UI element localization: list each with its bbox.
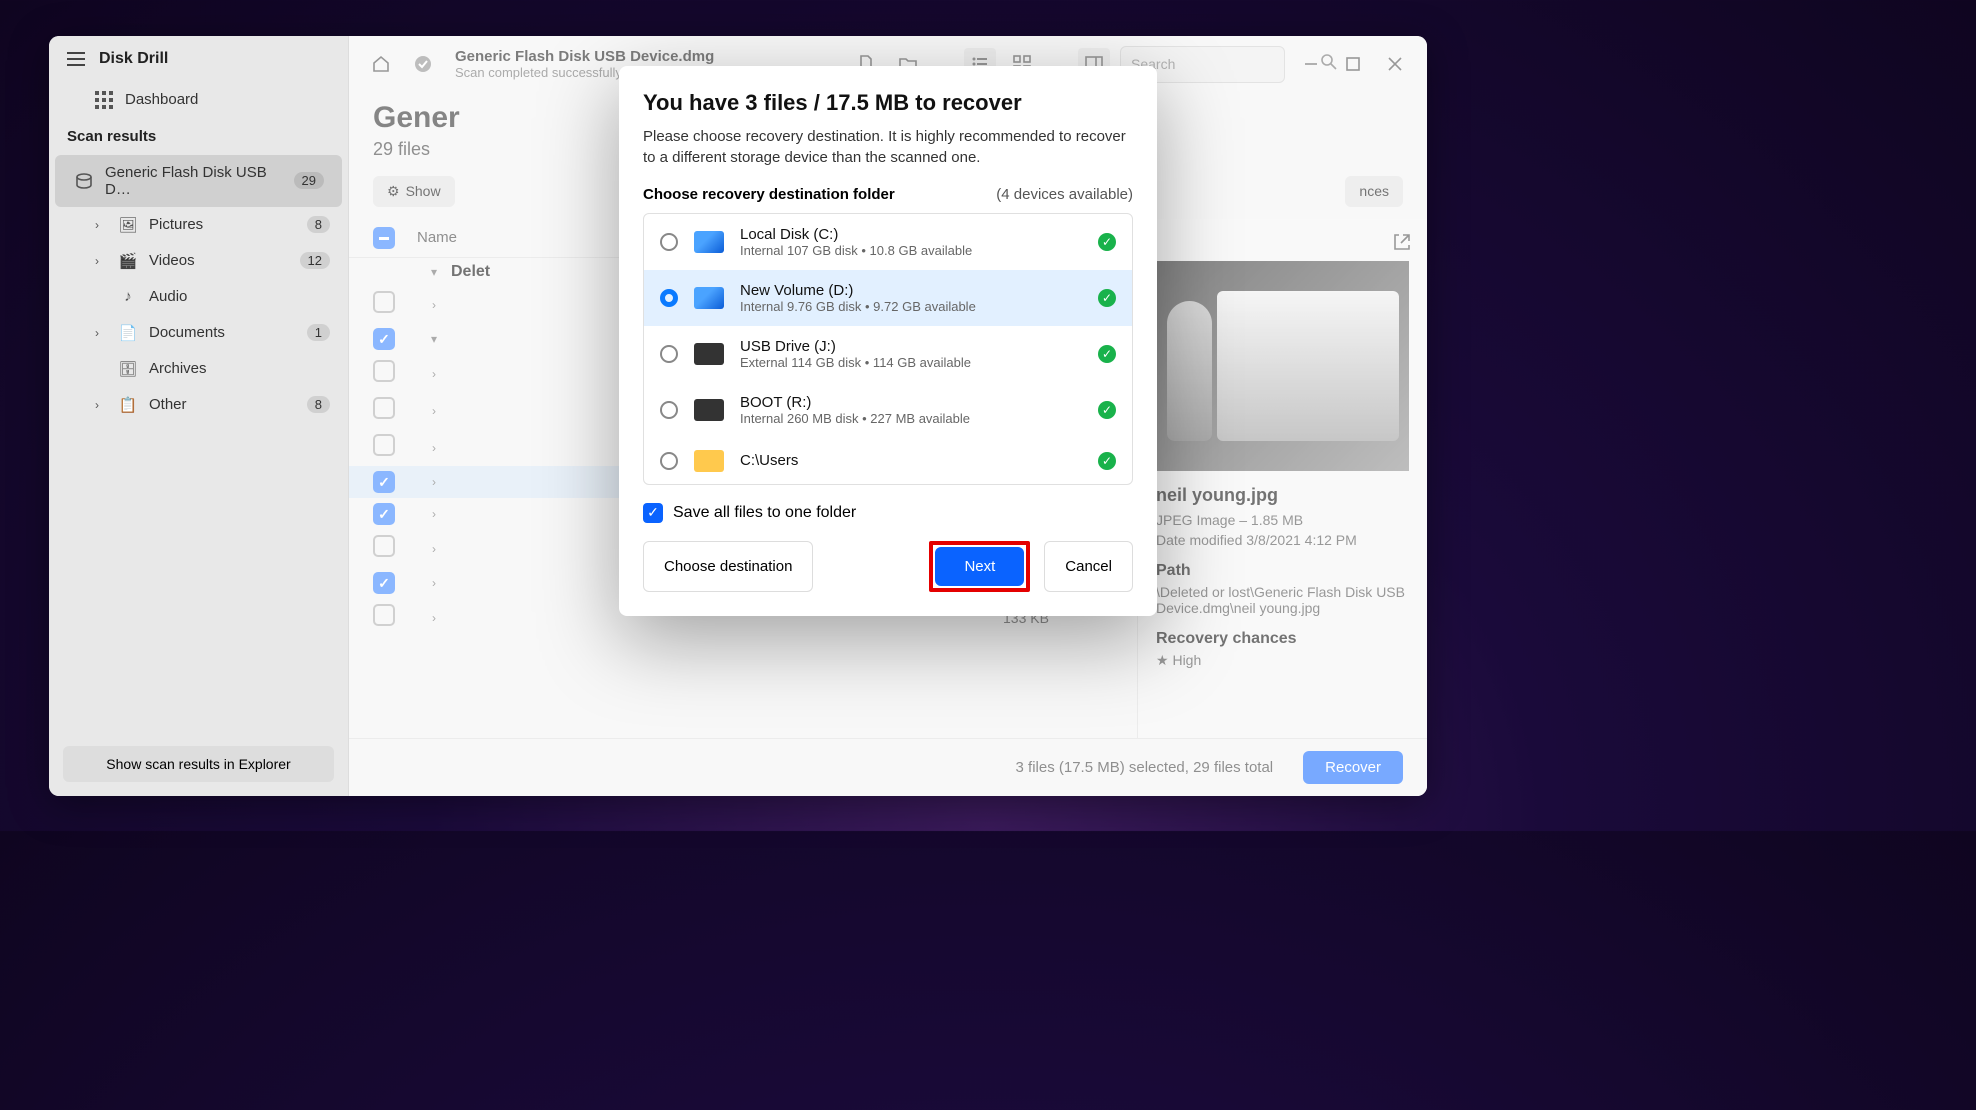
category-icon: 🖼 bbox=[119, 216, 137, 234]
hamburger-icon[interactable] bbox=[67, 52, 85, 66]
app-window: Disk Drill Dashboard Scan results Generi… bbox=[49, 36, 1427, 796]
modal-dim: You have 3 files / 17.5 MB to recover Pl… bbox=[349, 36, 1427, 796]
destination-option[interactable]: New Volume (D:)Internal 9.76 GB disk • 9… bbox=[644, 270, 1132, 326]
dest-name: Local Disk (C:) bbox=[740, 226, 1082, 243]
modal-devices-count: (4 devices available) bbox=[996, 186, 1133, 203]
destination-option[interactable]: C:\Users ✓ bbox=[644, 438, 1132, 484]
sidebar-item-videos[interactable]: › 🎬 Videos 12 bbox=[49, 243, 348, 279]
grid-icon bbox=[95, 91, 113, 109]
sidebar-item-other[interactable]: › 📋 Other 8 bbox=[49, 387, 348, 423]
sidebar-active-device[interactable]: Generic Flash Disk USB D… 29 bbox=[55, 155, 342, 207]
dest-name: New Volume (D:) bbox=[740, 282, 1082, 299]
modal-body: Please choose recovery destination. It i… bbox=[643, 126, 1133, 168]
dest-name: USB Drive (J:) bbox=[740, 338, 1082, 355]
cancel-button[interactable]: Cancel bbox=[1044, 541, 1133, 592]
sidebar-device-badge: 29 bbox=[294, 172, 324, 189]
recovery-destination-modal: You have 3 files / 17.5 MB to recover Pl… bbox=[619, 66, 1157, 616]
destination-option[interactable]: USB Drive (J:)External 114 GB disk • 114… bbox=[644, 326, 1132, 382]
dest-meta: Internal 260 MB disk • 227 MB available bbox=[740, 411, 1082, 426]
category-icon: 📋 bbox=[119, 396, 137, 414]
drive-icon bbox=[694, 231, 724, 253]
sidebar-device-label: Generic Flash Disk USB D… bbox=[105, 164, 282, 198]
next-button-highlight: Next bbox=[929, 541, 1030, 592]
sidebar: Disk Drill Dashboard Scan results Generi… bbox=[49, 36, 349, 796]
dest-radio[interactable] bbox=[660, 452, 678, 470]
dest-radio[interactable] bbox=[660, 289, 678, 307]
chevron-right-icon: › bbox=[95, 254, 107, 268]
dest-radio[interactable] bbox=[660, 233, 678, 251]
destination-option[interactable]: BOOT (R:)Internal 260 MB disk • 227 MB a… bbox=[644, 382, 1132, 438]
check-icon: ✓ bbox=[1098, 452, 1116, 470]
chevron-right-icon: › bbox=[95, 218, 107, 232]
drive-icon bbox=[694, 399, 724, 421]
sidebar-item-audio[interactable]: ♪ Audio bbox=[49, 279, 348, 315]
save-one-label: Save all files to one folder bbox=[673, 504, 856, 522]
drive-icon bbox=[694, 287, 724, 309]
save-one-folder-option[interactable]: ✓ Save all files to one folder bbox=[643, 503, 1133, 523]
sidebar-item-label: Videos bbox=[149, 252, 195, 269]
category-icon: 🎬 bbox=[119, 252, 137, 270]
chevron-right-icon: › bbox=[95, 398, 107, 412]
category-icon: 🗄 bbox=[119, 360, 137, 378]
disk-icon bbox=[75, 172, 93, 190]
dest-name: BOOT (R:) bbox=[740, 394, 1082, 411]
dest-meta: Internal 9.76 GB disk • 9.72 GB availabl… bbox=[740, 299, 1082, 314]
dest-radio[interactable] bbox=[660, 345, 678, 363]
sidebar-item-label: Documents bbox=[149, 324, 225, 341]
sidebar-item-badge: 8 bbox=[307, 396, 330, 413]
sidebar-item-label: Pictures bbox=[149, 216, 203, 233]
dest-name: C:\Users bbox=[740, 452, 1082, 469]
sidebar-item-badge: 8 bbox=[307, 216, 330, 233]
check-icon: ✓ bbox=[1098, 289, 1116, 307]
sidebar-footer: Show scan results in Explorer bbox=[49, 732, 348, 796]
check-icon: ✓ bbox=[1098, 345, 1116, 363]
sidebar-item-badge: 12 bbox=[300, 252, 330, 269]
sidebar-section: Scan results bbox=[49, 118, 348, 155]
destination-list[interactable]: Local Disk (C:)Internal 107 GB disk • 10… bbox=[643, 213, 1133, 485]
app-name: Disk Drill bbox=[99, 50, 168, 68]
sidebar-item-badge: 1 bbox=[307, 324, 330, 341]
save-one-checkbox[interactable]: ✓ bbox=[643, 503, 663, 523]
sidebar-item-archives[interactable]: 🗄 Archives bbox=[49, 351, 348, 387]
dest-radio[interactable] bbox=[660, 401, 678, 419]
destination-option[interactable]: Local Disk (C:)Internal 107 GB disk • 10… bbox=[644, 214, 1132, 270]
main: Generic Flash Disk USB Device.dmg Scan c… bbox=[349, 36, 1427, 796]
check-icon: ✓ bbox=[1098, 401, 1116, 419]
sidebar-dashboard[interactable]: Dashboard bbox=[49, 82, 348, 118]
sidebar-item-label: Archives bbox=[149, 360, 207, 377]
category-icon: ♪ bbox=[119, 288, 137, 306]
dest-meta: Internal 107 GB disk • 10.8 GB available bbox=[740, 243, 1082, 258]
show-in-explorer-button[interactable]: Show scan results in Explorer bbox=[63, 746, 334, 782]
modal-choose-heading: Choose recovery destination folder bbox=[643, 186, 895, 203]
sidebar-item-label: Other bbox=[149, 396, 187, 413]
choose-destination-button[interactable]: Choose destination bbox=[643, 541, 813, 592]
drive-icon bbox=[694, 343, 724, 365]
sidebar-item-label: Audio bbox=[149, 288, 187, 305]
drive-icon bbox=[694, 450, 724, 472]
sidebar-item-pictures[interactable]: › 🖼 Pictures 8 bbox=[49, 207, 348, 243]
sidebar-item-documents[interactable]: › 📄 Documents 1 bbox=[49, 315, 348, 351]
chevron-right-icon: › bbox=[95, 326, 107, 340]
category-icon: 📄 bbox=[119, 324, 137, 342]
check-icon: ✓ bbox=[1098, 233, 1116, 251]
next-button[interactable]: Next bbox=[935, 547, 1024, 586]
dest-meta: External 114 GB disk • 114 GB available bbox=[740, 355, 1082, 370]
sidebar-dashboard-label: Dashboard bbox=[125, 91, 198, 108]
modal-title: You have 3 files / 17.5 MB to recover bbox=[643, 90, 1133, 116]
